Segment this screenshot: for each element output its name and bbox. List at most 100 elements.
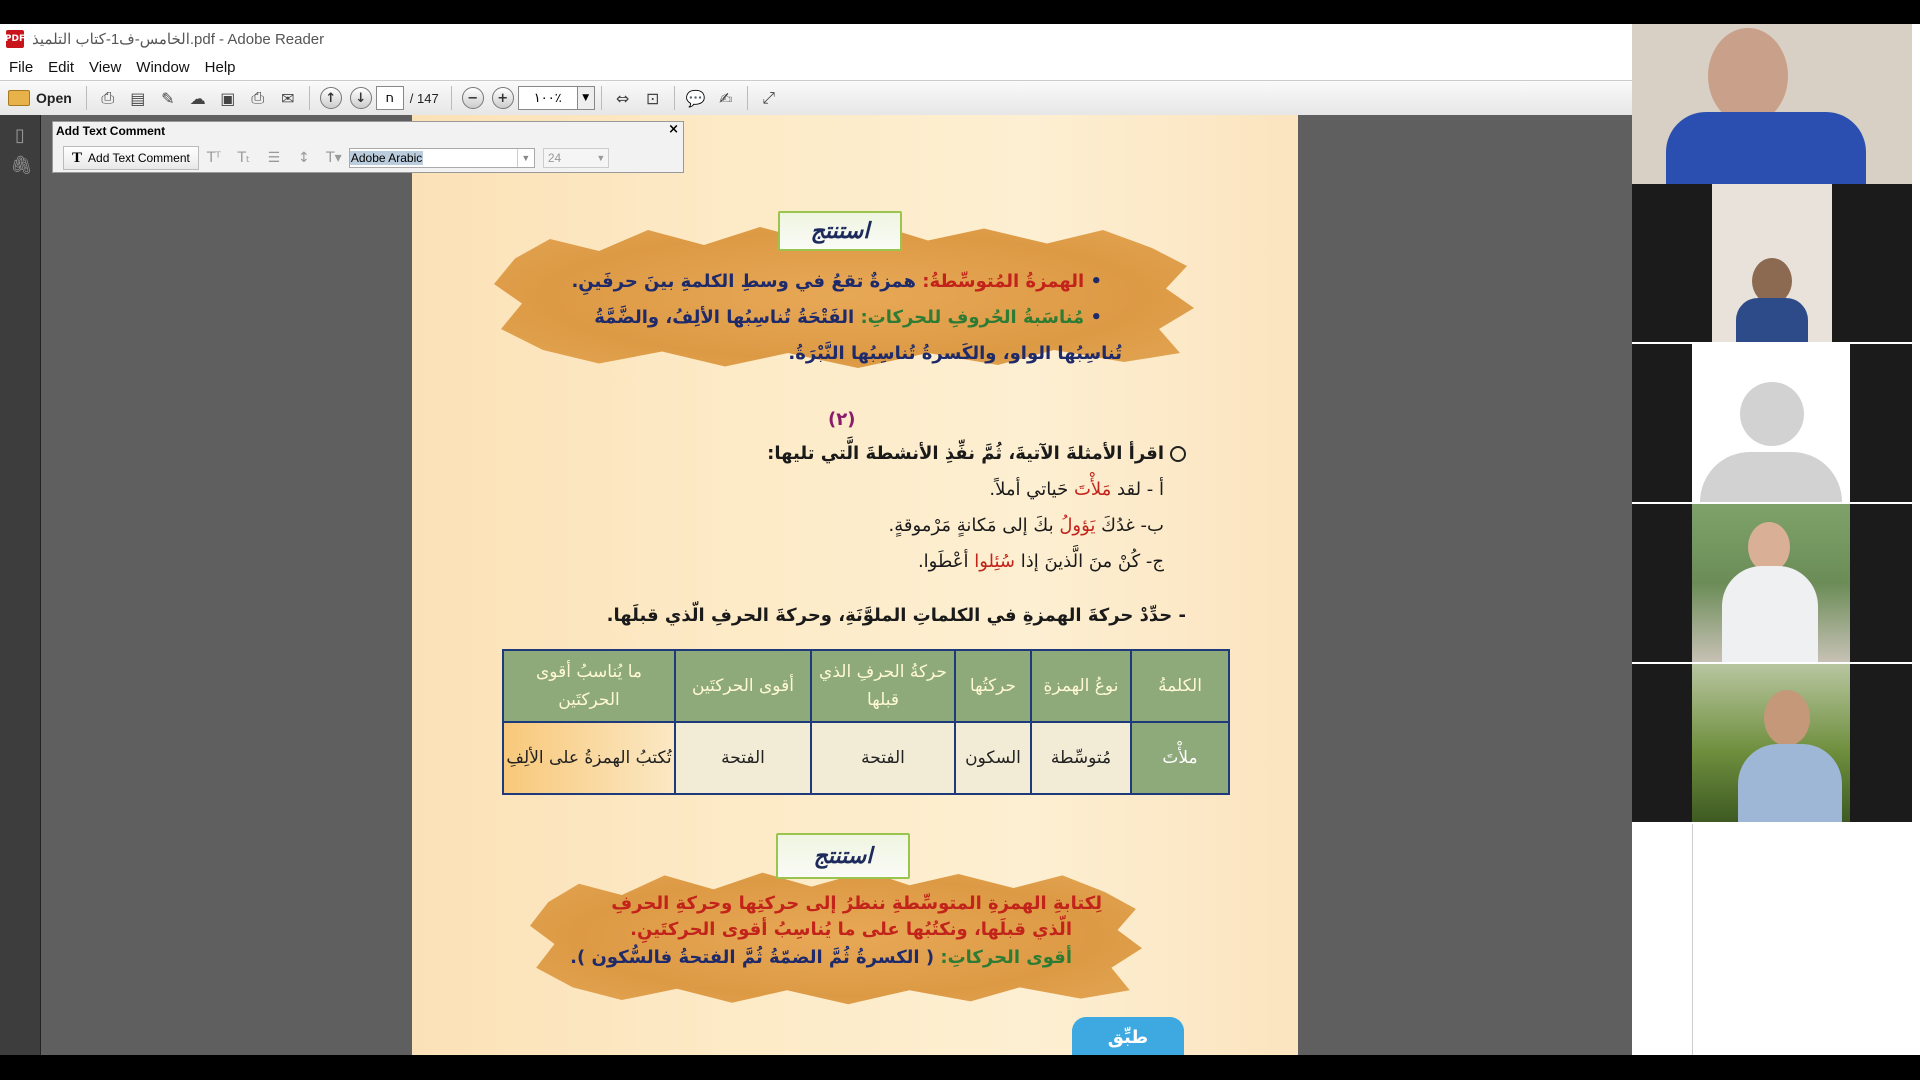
adobe-reader-window: PDF الخامس-ف1-كتاب التلميذ.pdf - Adobe R… <box>0 24 1632 1055</box>
bullet: • <box>1090 271 1102 292</box>
zoom-out-button[interactable]: − <box>460 85 486 111</box>
zoom-input[interactable]: ١٠٠٪ <box>517 86 578 110</box>
comment-toolbar-title: Add Text Comment <box>56 124 166 138</box>
create-pdf-icon[interactable]: ⎙ <box>95 85 121 111</box>
participant-body <box>1666 112 1866 184</box>
avatar-body-icon <box>1700 452 1842 502</box>
text-color-icon[interactable]: T▾ <box>322 150 346 166</box>
avatar-head-icon <box>1740 382 1804 446</box>
menu-help[interactable]: Help <box>205 59 236 76</box>
video-tile-4[interactable] <box>1632 504 1912 662</box>
circle-bullet-icon <box>1170 446 1186 462</box>
add-text-comment-button[interactable]: T Add Text Comment <box>63 146 199 170</box>
table-cell: مُتوسِّطة <box>1030 721 1132 795</box>
instruction-line: اقرأ الأمثلةَ الآتيةَ، ثُمَّ نفِّذِ الأن… <box>767 443 1186 464</box>
toolbar-divider <box>600 86 602 110</box>
example-c-suffix: أعْطَوا. <box>917 551 975 572</box>
video-tile-2[interactable] <box>1632 184 1912 342</box>
font-family-value: Adobe Arabic <box>349 151 424 165</box>
menu-edit[interactable]: Edit <box>48 59 74 76</box>
toolbar-divider <box>308 86 310 110</box>
comment-icon[interactable]: 💬 <box>683 85 709 111</box>
export-pdf-icon[interactable]: ▤ <box>125 85 151 111</box>
video-tile-3[interactable] <box>1632 344 1912 502</box>
strongest-vowels-def: ( الكسرةُ ثُمَّ الضمّةُ ثُمَّ الفتحةُ فا… <box>570 947 935 968</box>
example-a-highlight: مَلأْتَ <box>1073 479 1112 500</box>
gallery-divider <box>1692 824 1693 1055</box>
open-button[interactable]: Open <box>2 85 78 111</box>
menu-bar: File Edit View Window Help <box>0 54 1632 80</box>
video-gallery <box>1632 24 1920 1055</box>
chevron-down-icon[interactable]: ▼ <box>594 149 608 167</box>
def-medial-hamza: همزةٌ تقعُ في وسطِ الكلمةِ بينَ حرفَينِ. <box>571 271 916 292</box>
table-header-row: الكلمةُ نوعُ الهمزةِ حركتُها حركةُ الحرف… <box>502 649 1230 723</box>
arrow-down-icon: ↓ <box>349 87 372 109</box>
participant-body <box>1736 298 1808 342</box>
sign-icon[interactable]: ✍ <box>713 85 739 111</box>
conclusion-2-line-3: أقوى الحركاتِ: ( الكسرةُ ثُمَّ الضمّةُ ث… <box>570 947 1072 968</box>
example-a: أ - لقد مَلأْتَ حَياتي أملاً. <box>989 479 1164 500</box>
pdf-app-icon: PDF <box>5 30 25 48</box>
plus-icon: + <box>491 87 514 109</box>
screen-bottom-bar <box>0 1055 1920 1080</box>
participant-video <box>1666 24 1866 184</box>
term-medial-hamza: الهمزةُ المُتوسِّطةُ: <box>922 271 1085 292</box>
minus-icon: − <box>461 87 484 109</box>
cloud-upload-icon[interactable]: ☁ <box>185 85 211 111</box>
attachments-icon[interactable]: 🖇 <box>10 155 33 176</box>
pdf-page: استنتج • الهمزةُ المُتوسِّطةُ: همزةٌ تقع… <box>412 115 1298 1055</box>
conclude-tag-2: استنتج <box>776 833 910 879</box>
email-icon[interactable]: ✉ <box>275 85 301 111</box>
table-cell: الفتحة <box>674 721 812 795</box>
example-b-suffix: بكَ إلى مَكانةٍ مَرْموقةٍ. <box>888 515 1060 536</box>
example-a-prefix: أ - لقد <box>1111 479 1164 500</box>
table-header: ما يُناسبُ أقوى الحركتَين <box>502 649 676 723</box>
next-page-button[interactable]: ↓ <box>348 85 374 111</box>
close-icon[interactable]: × <box>668 122 679 137</box>
table-header: نوعُ الهمزةِ <box>1030 649 1132 723</box>
pages-icon[interactable]: ▯ <box>10 125 30 146</box>
fit-page-icon[interactable]: ⊡ <box>640 85 666 111</box>
save-icon[interactable]: ▣ <box>215 85 241 111</box>
arrow-up-icon: ↑ <box>319 87 342 109</box>
font-size-value: 24 <box>547 151 562 165</box>
avatar <box>1692 344 1850 502</box>
video-tile-5[interactable] <box>1632 664 1912 822</box>
superscript-icon[interactable]: Tᵀ <box>202 150 226 166</box>
page-total: / 147 <box>409 90 439 106</box>
navigation-pane: ▯ 🖇 <box>0 115 41 1055</box>
menu-window[interactable]: Window <box>136 59 189 76</box>
instruction-text: اقرأ الأمثلةَ الآتيةَ، ثُمَّ نفِّذِ الأن… <box>767 443 1164 464</box>
subscript-icon[interactable]: Tₜ <box>232 150 256 166</box>
section-number: (٢) <box>828 409 856 430</box>
chevron-down-icon[interactable]: ▼ <box>516 149 534 167</box>
practice-label: طبِّق <box>1107 1026 1149 1048</box>
fit-width-icon[interactable]: ⇔ <box>610 85 636 111</box>
task-line: - حدِّدْ حركةَ الهمزةِ في الكلماتِ الملو… <box>606 605 1186 626</box>
zoom-in-button[interactable]: + <box>490 85 516 111</box>
comment-toolbar-row: T Add Text Comment Tᵀ Tₜ ☰ ↕ T▾ Adobe Ar… <box>63 146 609 170</box>
menu-view[interactable]: View <box>89 59 121 76</box>
list-icon[interactable]: ☰ <box>262 150 286 166</box>
previous-page-button[interactable]: ↑ <box>318 85 344 111</box>
conclude-tag-1: استنتج <box>778 211 902 251</box>
print-icon[interactable]: ⎙ <box>245 85 271 111</box>
page-number-input[interactable]: ח <box>375 86 404 110</box>
bullet: • <box>1090 307 1102 328</box>
table-header: حركتُها <box>954 649 1032 723</box>
participant-head <box>1708 28 1788 124</box>
text-tool-icon: T <box>72 149 83 166</box>
video-tile-1[interactable] <box>1632 24 1912 184</box>
add-text-comment-toolbar: Add Text Comment × T Add Text Comment Tᵀ… <box>52 121 684 173</box>
participant-video <box>1692 664 1850 822</box>
font-family-input[interactable]: Adobe Arabic ▼ <box>348 148 535 168</box>
expand-icon[interactable]: ⤢ <box>756 85 782 111</box>
participant-head <box>1748 522 1790 572</box>
edit-pdf-icon[interactable]: ✎ <box>155 85 181 111</box>
font-size-input[interactable]: 24 ▼ <box>542 148 609 168</box>
example-b-highlight: يَؤولُ <box>1059 515 1096 536</box>
line-spacing-icon[interactable]: ↕ <box>292 150 316 166</box>
open-label: Open <box>36 90 72 106</box>
menu-file[interactable]: File <box>9 59 33 76</box>
zoom-dropdown-icon[interactable]: ▼ <box>577 86 595 110</box>
